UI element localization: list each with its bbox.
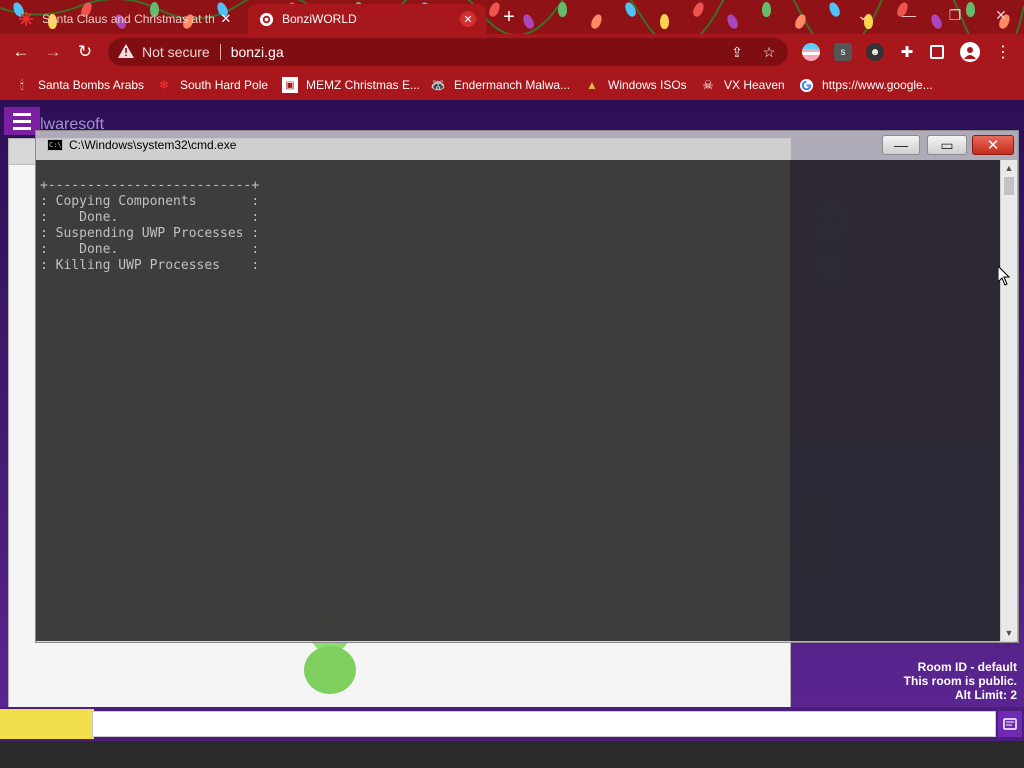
menu-bar [13, 119, 31, 123]
cmd-title: C:\Windows\system32\cmd.exe [69, 138, 237, 152]
bookmark-star-icon[interactable]: ☆ [760, 43, 778, 61]
bookmark-label: https://www.google... [822, 78, 933, 92]
cmd-window[interactable]: C:\ C:\Windows\system32\cmd.exe — ▭ ✕ +-… [35, 130, 1019, 643]
console-output: +--------------------------+: Copying Co… [40, 178, 259, 274]
bookmark-label: South Hard Pole [180, 78, 269, 92]
console-transparent-region [790, 160, 1000, 641]
bookmark-label: Endermanch Malwa... [454, 78, 571, 92]
restore-window-button[interactable]: ❐ [932, 0, 978, 30]
room-visibility-text: This room is public. [903, 674, 1017, 688]
tab-title: Santa Claus and Christmas at th [42, 12, 215, 26]
window-icon: ▣ [282, 77, 298, 93]
tab-title: BonziWORLD [282, 12, 357, 26]
christmas-light [660, 14, 669, 29]
address-separator [219, 44, 221, 60]
browser-tab-strip: Santa Claus and Christmas at th ✕ BonziW… [0, 0, 1024, 34]
globe-icon [258, 11, 274, 27]
warning-icon[interactable] [118, 43, 136, 61]
tab-search-button[interactable]: ⌄ [840, 0, 886, 30]
tree-icon: ▲ [586, 78, 598, 92]
scroll-up-arrow-icon[interactable]: ▲ [1001, 160, 1017, 176]
bookmark-memz-christmas[interactable]: ▣ MEMZ Christmas E... [282, 76, 420, 94]
christmas-light [762, 2, 771, 17]
console-line: : Done. : [40, 242, 260, 257]
snowflake-icon [18, 11, 34, 27]
browser-toolbar: ← → ↻ Not secure bonzi.ga ⇪ ☆ s ☻ ✚ ⋮ [0, 34, 1024, 70]
menu-bar [13, 112, 31, 116]
kebab-menu-icon[interactable]: ⋮ [994, 43, 1012, 61]
bookmark-south-hard-pole[interactable]: ❄ South Hard Pole [156, 76, 268, 94]
page-footer [0, 741, 1024, 768]
bookmark-santa-bombs-arabs[interactable]: 🕯 Santa Bombs Arabs [14, 76, 144, 94]
cmd-console[interactable]: +--------------------------+: Copying Co… [36, 160, 1017, 641]
close-window-button[interactable]: ✕ [978, 0, 1024, 30]
raccoon-icon: 🦝 [430, 78, 446, 92]
profile-avatar-icon[interactable] [960, 42, 980, 62]
alt-limit-text: Alt Limit: 2 [955, 688, 1017, 702]
bookmarks-bar: 🕯 Santa Bombs Arabs ❄ South Hard Pole ▣ … [0, 70, 1024, 100]
cmd-close-button[interactable]: ✕ [972, 135, 1014, 155]
share-icon[interactable]: ⇪ [728, 43, 746, 61]
security-label: Not secure [142, 44, 210, 60]
send-button[interactable] [998, 711, 1022, 737]
bookmark-vx-heaven[interactable]: ☠ VX Heaven [700, 76, 785, 94]
cmd-maximize-button[interactable]: ▭ [927, 135, 967, 155]
cmd-scroll-thumb[interactable] [1004, 177, 1014, 195]
tab-santa-claus[interactable]: Santa Claus and Christmas at th ✕ [8, 4, 244, 34]
send-icon [1003, 718, 1017, 730]
puzzle-icon[interactable]: ✚ [898, 43, 916, 61]
candle-icon: 🕯 [20, 77, 24, 92]
console-line: : Done. : [40, 210, 260, 225]
flag-extension-icon[interactable] [802, 43, 820, 61]
mouse-cursor-icon [998, 266, 1010, 286]
skull-icon: ☠ [702, 78, 714, 92]
side-panel-icon[interactable] [930, 45, 944, 59]
console-line: : Killing UWP Processes : [40, 258, 260, 273]
cmd-minimize-button[interactable]: — [882, 135, 920, 155]
cmd-icon: C:\ [47, 139, 63, 151]
christmas-light [558, 2, 567, 17]
reload-button[interactable]: ↻ [72, 39, 98, 65]
bookmark-label: MEMZ Christmas E... [306, 78, 421, 92]
close-tab-icon[interactable]: ✕ [218, 11, 234, 27]
address-bar[interactable]: Not secure bonzi.ga ⇪ ☆ [108, 38, 788, 66]
bookmark-windows-isos[interactable]: ▲ Windows ISOs [584, 76, 687, 94]
back-button[interactable]: ← [8, 39, 34, 65]
bookmark-endermanch-malware[interactable]: 🦝 Endermanch Malwa... [430, 76, 571, 94]
room-id-text: Room ID - default [917, 660, 1017, 674]
menu-bar [13, 126, 31, 130]
snowflake-icon: ❄ [158, 78, 170, 92]
chat-input[interactable] [92, 711, 996, 737]
chat-bar [0, 707, 1024, 741]
forward-button[interactable]: → [40, 39, 66, 65]
bookmark-label: Windows ISOs [608, 78, 687, 92]
chat-settings-area[interactable] [0, 709, 94, 739]
scroll-down-arrow-icon[interactable]: ▼ [1001, 625, 1017, 641]
console-line: : Suspending UWP Processes : [40, 226, 260, 241]
google-icon [798, 77, 814, 93]
minimize-window-button[interactable]: — [886, 0, 932, 30]
bookmark-google[interactable]: https://www.google... [798, 76, 933, 94]
console-line: : Copying Components : [40, 194, 260, 209]
url-text[interactable]: bonzi.ga [231, 44, 284, 60]
cmd-titlebar[interactable]: C:\ C:\Windows\system32\cmd.exe — ▭ ✕ [35, 130, 1019, 160]
new-tab-button[interactable]: + [498, 7, 520, 29]
room-info: Room ID - default This room is public. A… [904, 660, 1017, 702]
s-extension-icon[interactable]: s [834, 43, 852, 61]
avatar-extension-icon[interactable]: ☻ [866, 43, 884, 61]
bookmark-label: Santa Bombs Arabs [38, 78, 145, 92]
close-tab-icon[interactable]: ✕ [460, 11, 476, 27]
bookmark-label: VX Heaven [724, 78, 785, 92]
tab-bonziworld[interactable]: BonziWORLD ✕ [248, 4, 486, 34]
cmd-scrollbar[interactable]: ▲ ▼ [1000, 160, 1017, 641]
console-line: +--------------------------+ [40, 178, 260, 193]
